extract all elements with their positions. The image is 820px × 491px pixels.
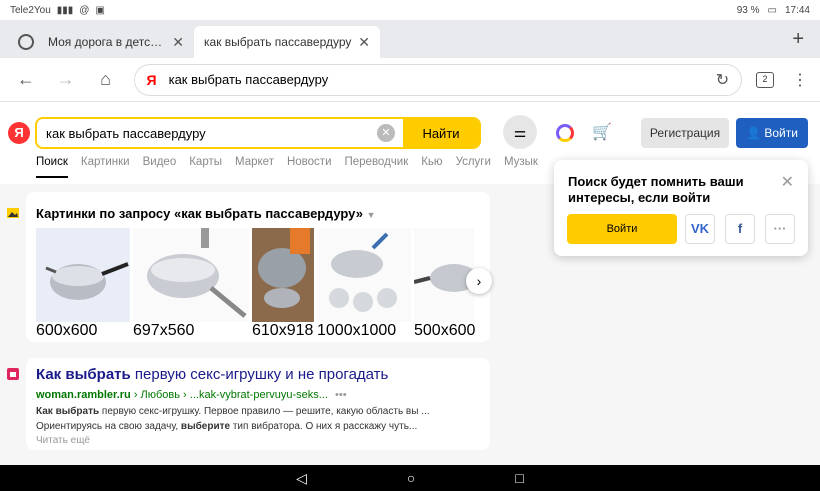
- signal-icon: ▮▮▮: [56, 4, 74, 16]
- tab-video[interactable]: Видео: [143, 156, 177, 178]
- tab-q[interactable]: Кью: [421, 156, 442, 178]
- image-size: 500x600: [414, 322, 476, 339]
- login-suggestion-popup: Поиск будет помнить ваши интересы, если …: [554, 160, 808, 256]
- notification-icon: @: [79, 4, 90, 16]
- battery-icon: ▭: [767, 4, 777, 16]
- tab-title: как выбрать пассавердуру: [204, 35, 352, 49]
- new-tab-icon[interactable]: +: [792, 28, 804, 51]
- serp-tabs: Поиск Картинки Видео Карты Маркет Новост…: [36, 156, 551, 178]
- user-icon: 👤: [746, 126, 761, 140]
- omnibox-query[interactable]: как выбрать пассавердуру: [169, 72, 716, 87]
- tab-images[interactable]: Картинки: [81, 156, 130, 178]
- image-thumb[interactable]: 1000x1000: [317, 228, 411, 340]
- image-thumb[interactable]: 500x600: [414, 228, 476, 340]
- register-button[interactable]: Регистрация: [641, 118, 729, 148]
- result-snippet: Как выбрать первую секс-игрушку. Первое …: [36, 406, 430, 432]
- strainer-image: [45, 262, 129, 300]
- browser-tab-1[interactable]: как выбрать пассавердуру ✕: [194, 26, 380, 58]
- battery-label: 93 %: [736, 4, 760, 16]
- home-icon[interactable]: ⌂: [92, 69, 120, 90]
- back-nav-icon[interactable]: ◁: [296, 470, 307, 487]
- login-label: Войти: [764, 126, 798, 140]
- find-button[interactable]: Найти: [403, 119, 479, 147]
- image-thumb[interactable]: 610x918: [252, 228, 314, 340]
- search-input[interactable]: [37, 119, 369, 147]
- filters-icon[interactable]: ⚌: [503, 115, 537, 149]
- home-nav-icon[interactable]: ○: [407, 470, 415, 486]
- tab-search[interactable]: Поиск: [36, 156, 68, 178]
- cart-icon[interactable]: 🛒: [592, 122, 612, 142]
- search-form: ✕ Найти: [35, 117, 481, 149]
- recents-nav-icon[interactable]: □: [515, 470, 523, 486]
- browser-tab-0[interactable]: Моя дорога в детство - Стр ✕: [8, 26, 194, 58]
- alice-icon[interactable]: [556, 124, 574, 142]
- result-title-link[interactable]: Как выбрать первую секс-игрушку и не про…: [36, 366, 388, 383]
- popup-text: Поиск будет помнить ваши интересы, если …: [568, 174, 744, 205]
- tab-market[interactable]: Маркет: [235, 156, 274, 178]
- tab-services[interactable]: Услуги: [456, 156, 491, 178]
- tab-title: Моя дорога в детство - Стр: [48, 35, 167, 49]
- images-section-icon: [7, 208, 19, 218]
- image-size: 610x918: [252, 322, 314, 339]
- close-tab-icon[interactable]: ✕: [358, 34, 370, 51]
- back-icon[interactable]: ←: [12, 69, 40, 90]
- next-images-button[interactable]: ›: [466, 268, 492, 294]
- system-nav-bar: ◁ ○ □: [0, 465, 820, 491]
- clear-search-icon[interactable]: ✕: [377, 124, 395, 142]
- vk-icon[interactable]: VK: [685, 214, 715, 244]
- image-size: 600x600: [36, 322, 98, 339]
- browser-menu-icon[interactable]: ⋮: [792, 70, 808, 90]
- search-result: Как выбрать первую секс-игрушку и не про…: [26, 358, 490, 450]
- image-thumb[interactable]: 600x600: [36, 228, 130, 340]
- tab-switcher-button[interactable]: 2: [756, 71, 775, 88]
- image-size: 1000x1000: [317, 322, 397, 339]
- chevron-down-icon[interactable]: ▼: [367, 210, 376, 220]
- tab-maps[interactable]: Карты: [189, 156, 222, 178]
- images-card: Картинки по запросу «как выбрать пассаве…: [26, 192, 492, 342]
- account-icon[interactable]: [18, 34, 34, 50]
- carrier-label: Tele2You: [10, 4, 51, 16]
- browser-tab-strip: Моя дорога в детство - Стр ✕ как выбрать…: [0, 20, 820, 58]
- serp-page: Я ✕ Найти ⚌ 🛒 Регистрация 👤 Войти Поиск …: [0, 102, 820, 465]
- forward-icon[interactable]: →: [52, 69, 80, 90]
- login-button[interactable]: 👤 Войти: [736, 118, 808, 148]
- close-icon[interactable]: ✕: [781, 172, 794, 192]
- popup-login-button[interactable]: Войти: [567, 214, 677, 244]
- image-thumb[interactable]: 697x560: [133, 228, 249, 340]
- strainer-image: [414, 264, 474, 292]
- yandex-logo[interactable]: Я: [8, 122, 30, 144]
- strainer-image: [258, 228, 310, 308]
- close-tab-icon[interactable]: ✕: [172, 34, 184, 51]
- yandex-favicon-icon: Я: [146, 71, 157, 88]
- image-strip: 600x600 697x560 610x918 1000x1000 500x60…: [36, 228, 476, 340]
- image-size: 697x560: [133, 322, 195, 339]
- more-options-icon[interactable]: •••: [335, 389, 347, 401]
- tab-news[interactable]: Новости: [287, 156, 332, 178]
- tab-translate[interactable]: Переводчик: [345, 156, 409, 178]
- omnibox[interactable]: Я как выбрать пассавердуру ↻: [133, 63, 743, 96]
- status-bar: Tele2You ▮▮▮ @ ▣ 93 % ▭ 17:44: [0, 0, 820, 20]
- reload-icon[interactable]: ↻: [716, 70, 729, 90]
- read-more-link[interactable]: Читать ещё: [36, 435, 90, 446]
- tab-music[interactable]: Музык: [504, 156, 538, 178]
- strainer-image: [147, 228, 247, 318]
- site-favicon-icon: [7, 368, 19, 380]
- image-notification-icon: ▣: [95, 4, 105, 16]
- images-title[interactable]: Картинки по запросу «как выбрать пассаве…: [36, 206, 376, 221]
- address-bar: ← → ⌂ Я как выбрать пассавердуру ↻ 2 ⋮: [0, 58, 820, 102]
- facebook-icon[interactable]: f: [725, 214, 755, 244]
- result-url[interactable]: woman.rambler.ru › Любовь › ...kak-vybra…: [36, 389, 347, 401]
- strainer-image: [329, 232, 397, 312]
- more-login-options-icon[interactable]: ···: [765, 214, 795, 244]
- time-label: 17:44: [784, 4, 810, 16]
